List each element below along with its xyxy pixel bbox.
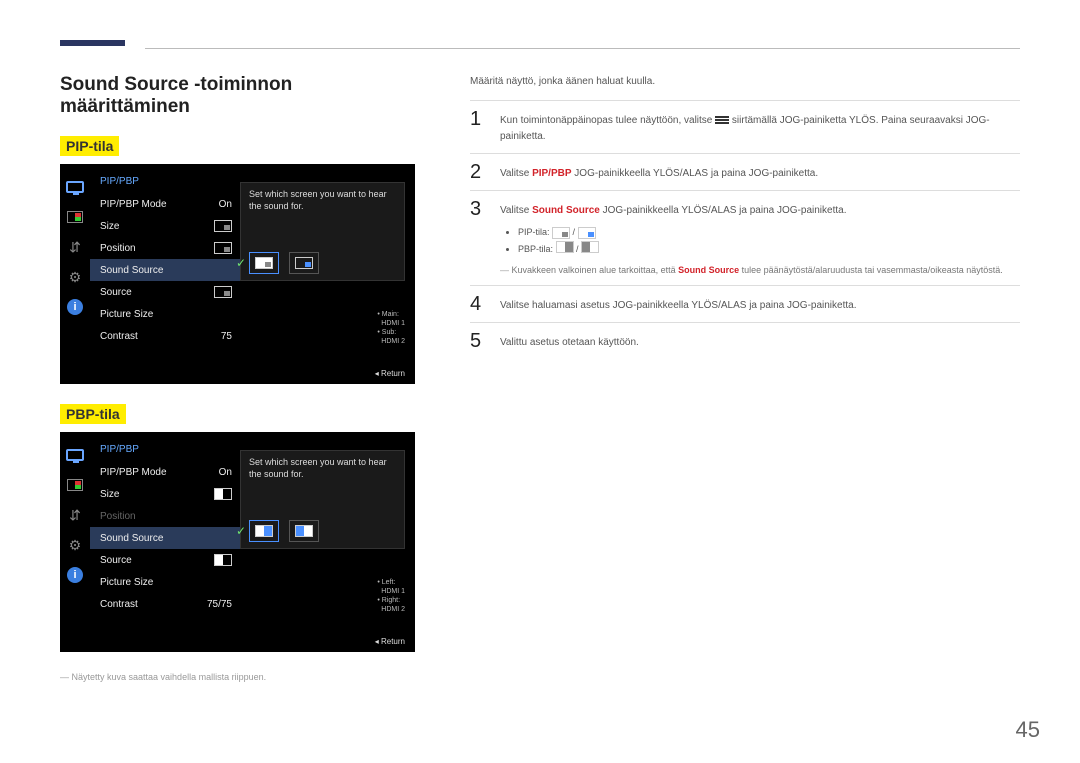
sidebar-pip-icon (64, 474, 86, 496)
pip-sub-icon (578, 227, 596, 239)
osd-popup-desc: Set which screen you want to hear the so… (249, 457, 396, 480)
image-disclaimer: ― Näytetty kuva saattaa vaihdella mallis… (60, 672, 415, 682)
osd-row-sound-source: Sound Source (90, 259, 240, 281)
osd-row-position: Position (90, 505, 240, 527)
sound-option-main-icon: ✓ (249, 252, 279, 274)
osd-row-picture-size: Picture Size (90, 303, 240, 325)
osd-row-source: Source (90, 549, 240, 571)
step-3: 3 Valitse Sound Source JOG-painikkeella … (470, 190, 1020, 285)
pip-mode-label: PIP-tila (60, 136, 119, 156)
osd-row-position: Position (90, 237, 240, 259)
osd-row-mode: PIP/PBP ModeOn (90, 193, 240, 215)
intro-text: Määritä näyttö, jonka äänen haluat kuull… (470, 74, 1020, 90)
sidebar-monitor-icon (64, 176, 86, 198)
step-1: 1 Kun toimintonäppäinopas tulee näyttöön… (470, 100, 1020, 153)
step2-link: PIP/PBP (532, 168, 571, 179)
osd-row-picture-size: Picture Size (90, 571, 240, 593)
osd-popup: Set which screen you want to hear the so… (240, 182, 405, 281)
osd-signal-info: • Left: HDMI 1 • Right: HDMI 2 (377, 578, 405, 614)
step3-note: ― Kuvakkeen valkoinen alue tarkoittaa, e… (500, 263, 1020, 277)
sidebar-monitor-icon (64, 444, 86, 466)
sidebar-info-icon: i (64, 296, 86, 318)
osd-row-contrast: Contrast75 (90, 325, 240, 347)
osd-row-mode: PIP/PBP ModeOn (90, 461, 240, 483)
sound-option-left-icon: ✓ (249, 520, 279, 542)
osd-signal-info: • Main: HDMI 1 • Sub: HDMI 2 (377, 310, 405, 346)
osd-row-source: Source (90, 281, 240, 303)
step1-text-a: Kun toimintonäppäinopas tulee näyttöön, … (500, 115, 715, 126)
sidebar-arrows-icon (64, 504, 86, 526)
header-mark (60, 40, 125, 46)
step-2: 2 Valitse PIP/PBP JOG-painikkeella YLÖS/… (470, 153, 1020, 190)
sidebar-arrows-icon (64, 236, 86, 258)
osd-popup: Set which screen you want to hear the so… (240, 450, 405, 549)
sidebar-pip-icon (64, 206, 86, 228)
sidebar-gear-icon (64, 534, 86, 556)
sidebar-info-icon: i (64, 564, 86, 586)
page-number: 45 (1016, 717, 1040, 743)
step-4: 4 Valitse haluamasi asetus JOG-painikkee… (470, 285, 1020, 322)
page-title: Sound Source -toiminnon määrittäminen (60, 74, 415, 118)
step-5: 5 Valittu asetus otetaan käyttöön. (470, 322, 1020, 359)
step2-text-a: Valitse (500, 168, 532, 179)
osd-pip-screenshot: i PIP/PBP PIP/PBP ModeOn Size Position S… (60, 164, 415, 384)
osd-row-size: Size (90, 215, 240, 237)
step2-text-b: JOG-painikkeella YLÖS/ALAS ja paina JOG-… (572, 168, 819, 179)
osd-popup-desc: Set which screen you want to hear the so… (249, 189, 396, 212)
sound-option-right-icon (289, 520, 319, 542)
sound-option-sub-icon (289, 252, 319, 274)
osd-row-sound-source: Sound Source (90, 527, 240, 549)
osd-menu-title: PIP/PBP (90, 176, 240, 193)
step3-text-b: JOG-painikkeella YLÖS/ALAS ja paina JOG-… (600, 205, 847, 216)
osd-return: ◂ Return (375, 637, 405, 646)
header-rule (145, 48, 1020, 49)
bullet-pbp: PBP-tila: / (518, 241, 1020, 256)
pbp-mode-label: PBP-tila (60, 404, 126, 424)
osd-row-size: Size (90, 483, 240, 505)
pip-main-icon (552, 227, 570, 239)
pbp-right-icon (581, 241, 599, 253)
menu-icon (715, 115, 729, 125)
step3-text-a: Valitse (500, 205, 532, 216)
step3-link: Sound Source (532, 205, 600, 216)
osd-row-contrast: Contrast75/75 (90, 593, 240, 615)
sidebar-gear-icon (64, 266, 86, 288)
osd-pbp-screenshot: i PIP/PBP PIP/PBP ModeOn Size Position S… (60, 432, 415, 652)
bullet-pip: PIP-tila: / (518, 225, 1020, 239)
osd-return: ◂ Return (375, 369, 405, 378)
osd-menu-title: PIP/PBP (90, 444, 240, 461)
pbp-left-icon (556, 241, 574, 253)
